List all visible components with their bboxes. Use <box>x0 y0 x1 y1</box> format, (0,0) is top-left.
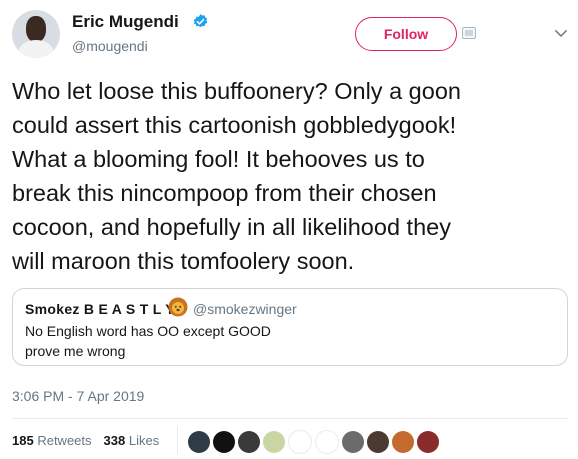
tweet-line: What a blooming fool! It behooves us to <box>12 146 425 172</box>
tweet-line: Who let loose this buffoonery? Only a go… <box>12 78 461 104</box>
red-person-avatar[interactable] <box>417 431 439 453</box>
retweets-count: 185 <box>12 433 34 448</box>
author-name[interactable]: Eric Mugendi <box>72 12 179 32</box>
quoted-text-line: prove me wrong <box>25 343 126 359</box>
person-avatar[interactable] <box>342 431 364 453</box>
green-document-avatar[interactable] <box>263 431 285 453</box>
quoted-author-name: Smokez B E A S T L Y <box>25 301 175 317</box>
extension-icon[interactable] <box>462 27 476 39</box>
verified-badge-icon <box>193 14 208 28</box>
likes-label: Likes <box>128 433 160 448</box>
author-handle[interactable]: @mougendi <box>72 38 148 54</box>
tweet-line: could assert this cartoonish gobbledygoo… <box>12 112 457 138</box>
tweet-timestamp[interactable]: 3:06 PM - 7 Apr 2019 <box>12 388 144 404</box>
retweets-label: Retweets <box>37 433 92 448</box>
quoted-text-line: No English word has OO except GOOD <box>25 323 271 339</box>
retweets-stat[interactable]: 185 Retweets <box>12 433 92 448</box>
tweet-line: will maroon this tomfoolery soon. <box>12 248 355 274</box>
tweet-line: break this nincompoop from their chosen <box>12 180 437 206</box>
lion-face-icon <box>168 297 188 317</box>
follow-button[interactable]: Follow <box>355 17 457 51</box>
text-image-avatar[interactable] <box>238 431 260 453</box>
quoted-tweet[interactable]: Smokez B E A S T L Y @smokezwinger No En… <box>12 288 568 366</box>
crown-avatar[interactable] <box>288 430 312 454</box>
author-avatar[interactable] <box>12 10 60 58</box>
tweet-line: cocoon, and hopefully in all likelihood … <box>12 214 451 240</box>
stats-separator <box>177 426 178 454</box>
divider <box>12 418 568 419</box>
liker-avatars <box>188 430 442 454</box>
orange-person-avatar[interactable] <box>392 431 414 453</box>
avatar-head-shape <box>26 16 46 42</box>
red-logo-avatar[interactable] <box>315 430 339 454</box>
quoted-author-handle: @smokezwinger <box>193 301 297 317</box>
likes-stat[interactable]: 338 Likes <box>104 433 160 448</box>
chevron-down-icon[interactable] <box>552 24 570 42</box>
person-avatar[interactable] <box>188 431 210 453</box>
tweet-stats: 185 Retweets 338 Likes <box>12 433 159 448</box>
tweet-text: Who let loose this buffoonery? Only a go… <box>12 74 568 278</box>
avatar-shirt-shape <box>18 40 54 58</box>
glasses-person-avatar[interactable] <box>367 431 389 453</box>
dark-photo-avatar[interactable] <box>213 431 235 453</box>
likes-count: 338 <box>103 433 126 448</box>
